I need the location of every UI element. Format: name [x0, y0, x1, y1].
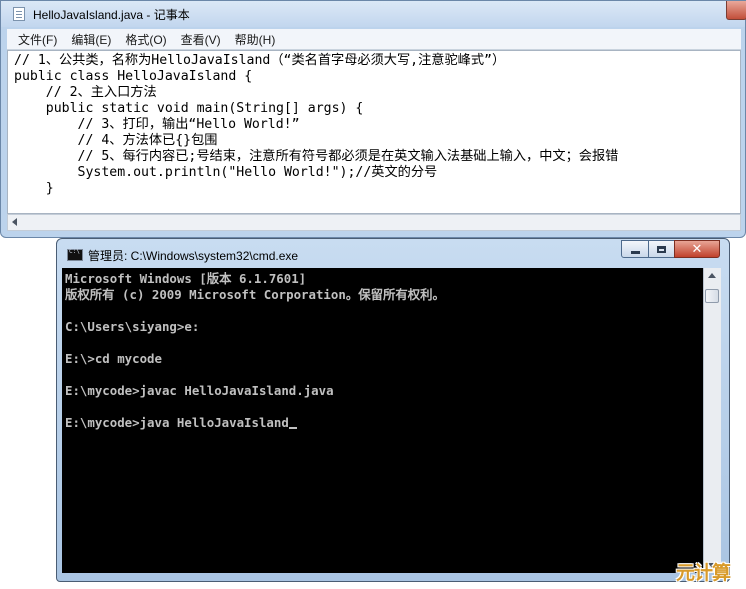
console-line: ​ — [65, 303, 703, 319]
console-line: E:\>cd mycode — [65, 351, 162, 366]
cmd-console[interactable]: Microsoft Windows [版本 6.1.7601] 版权所有 (c) … — [62, 268, 703, 573]
watermark-logo: 元计算 — [676, 562, 731, 584]
code-text: // 1、公共类，名称为HelloJavaIsland（“类名首字母必须大写,注… — [8, 51, 740, 197]
cmd-close-button[interactable]: ✕ — [674, 240, 720, 258]
menu-edit[interactable]: 编辑(E) — [71, 31, 111, 48]
cmd-window: 管理员: C:\Windows\system32\cmd.exe ✕ Micro… — [56, 238, 730, 582]
console-output: Microsoft Windows [版本 6.1.7601] 版权所有 (c) … — [62, 268, 703, 431]
scroll-thumb[interactable] — [705, 289, 719, 303]
code-line: // 4、方法体已{}包围 — [14, 133, 218, 148]
notepad-text-area[interactable]: // 1、公共类，名称为HelloJavaIsland（“类名首字母必须大写,注… — [7, 50, 741, 214]
console-line: ​ — [65, 335, 703, 351]
console-line: C:\Users\siyang>e: — [65, 319, 200, 334]
console-line: E:\mycode>javac HelloJavaIsland.java — [65, 383, 334, 398]
cmd-maximize-button[interactable] — [648, 240, 675, 258]
code-line: // 1、公共类，名称为HelloJavaIsland（“类名首字母必须大写,注… — [14, 53, 506, 68]
code-line: } — [14, 181, 54, 196]
close-icon: ✕ — [691, 241, 703, 257]
notepad-app-icon — [13, 7, 25, 21]
scroll-left-icon[interactable] — [12, 218, 17, 226]
code-line: public class HelloJavaIsland { — [14, 69, 253, 84]
scroll-up-icon[interactable] — [708, 273, 716, 278]
cmd-minimize-button[interactable] — [621, 240, 649, 258]
minimize-icon — [630, 250, 640, 254]
cmd-title: 管理员: C:\Windows\system32\cmd.exe — [88, 249, 299, 263]
text-cursor — [288, 427, 297, 429]
notepad-title-bar[interactable]: HelloJavaIsland.java - 记事本 — [1, 1, 745, 27]
console-line-current: E:\mycode>java HelloJavaIsland — [65, 415, 703, 431]
notepad-window: HelloJavaIsland.java - 记事本 文件(F) 编辑(E) 格… — [0, 0, 746, 238]
console-line: ​ — [65, 367, 703, 383]
console-line: Microsoft Windows [版本 6.1.7601] — [65, 271, 307, 286]
code-line: // 5、每行内容已;号结束，注意所有符号都必须是在英文输入法基础上输入，中文；… — [14, 149, 619, 164]
code-line: // 3、打印，输出“Hello World!” — [14, 117, 300, 132]
code-line: public static void main(String[] args) { — [14, 101, 364, 116]
code-line: // 2、主入口方法 — [14, 85, 157, 100]
cmd-app-icon — [67, 248, 83, 261]
menu-help[interactable]: 帮助(H) — [235, 31, 276, 48]
notepad-menu-bar: 文件(F) 编辑(E) 格式(O) 查看(V) 帮助(H) — [7, 29, 741, 50]
console-line: 版权所有 (c) 2009 Microsoft Corporation。保留所有… — [65, 287, 445, 302]
notepad-horizontal-scrollbar[interactable] — [7, 214, 741, 231]
menu-file[interactable]: 文件(F) — [18, 31, 57, 48]
menu-view[interactable]: 查看(V) — [181, 31, 221, 48]
menu-format[interactable]: 格式(O) — [125, 31, 166, 48]
notepad-title: HelloJavaIsland.java - 记事本 — [33, 8, 190, 22]
code-line: System.out.println("Hello World!");//英文的… — [14, 165, 438, 180]
cmd-vertical-scrollbar[interactable] — [703, 268, 721, 573]
maximize-icon — [657, 245, 666, 253]
notepad-close-button[interactable] — [726, 1, 746, 20]
console-line: ​ — [65, 399, 703, 415]
console-prompt: E:\mycode>java HelloJavaIsland — [65, 415, 289, 430]
